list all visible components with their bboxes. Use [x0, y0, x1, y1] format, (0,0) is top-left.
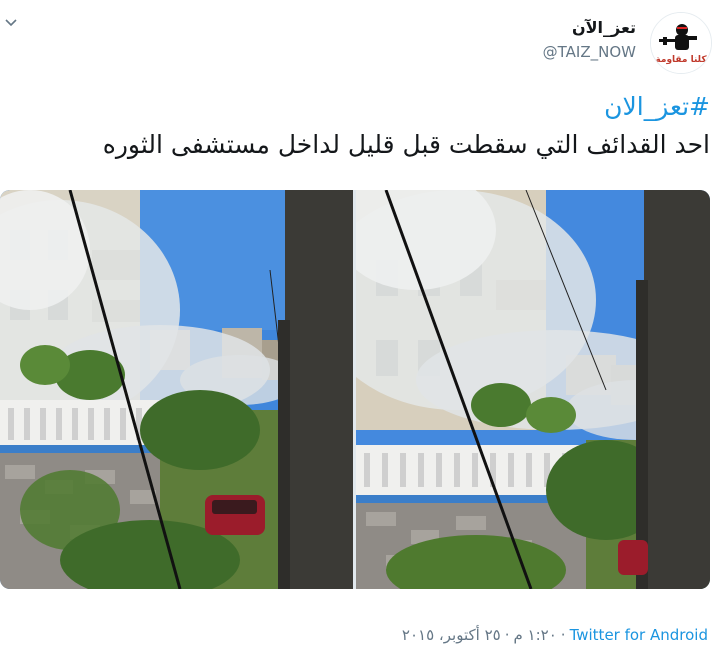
- media-grid: [0, 190, 710, 589]
- svg-text:كلنا مقاومة: كلنا مقاومة: [655, 55, 707, 65]
- fighter-logo-icon: كلنا مقاومة: [651, 13, 711, 73]
- user-display-name[interactable]: تعز_الآن: [572, 18, 636, 37]
- tweet-source-link[interactable]: Twitter for Android: [570, 626, 708, 644]
- avatar[interactable]: كلنا مقاومة: [650, 12, 712, 74]
- tweet-body: احد القدائف التي سقطت قبل قليل لداخل مست…: [102, 130, 710, 159]
- chevron-down-icon[interactable]: [4, 16, 18, 30]
- tweet-date[interactable]: ٢٥ أكتوبر، ٢٠١٥: [402, 626, 501, 644]
- footer-separator: ·: [504, 626, 510, 644]
- footer-separator-2: ·: [560, 626, 566, 644]
- user-handle[interactable]: @TAIZ_NOW: [543, 43, 636, 61]
- hashtag-link[interactable]: #تعز_الان: [10, 88, 710, 126]
- tweet-time[interactable]: ١:٢٠ م: [513, 626, 556, 644]
- photo-smoke-hospital-left: [0, 190, 353, 589]
- photo-smoke-hospital-right: [356, 190, 710, 589]
- tweet-footer: ١:٢٠ م·٢٥ أكتوبر، ٢٠١٥ · Twitter for Andro…: [402, 626, 708, 644]
- photo-right[interactable]: [356, 190, 710, 589]
- photo-left[interactable]: [0, 190, 353, 589]
- tweet-text: #تعز_الان احد القدائف التي سقطت قبل قليل…: [10, 88, 710, 164]
